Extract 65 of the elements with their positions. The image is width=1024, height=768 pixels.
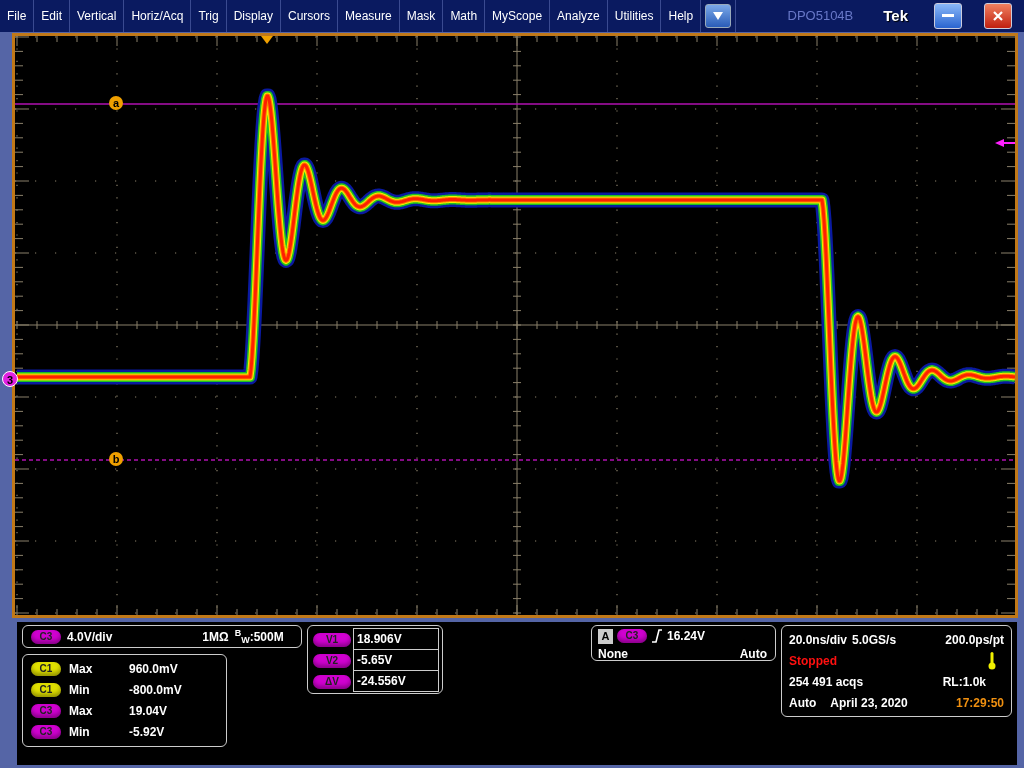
menu-dropdown-button[interactable] <box>705 4 732 28</box>
timebase-readout: 20.0ns/div <box>789 631 848 649</box>
acquisition-count: 254 491 acqs <box>789 673 864 691</box>
resolution-readout: 200.0ps/pt <box>945 631 1004 649</box>
menu-item[interactable]: Vertical <box>70 0 125 32</box>
measurement-value: -5.92V <box>129 723 165 741</box>
menu-item[interactable]: Help <box>661 0 702 32</box>
acquisition-mode: Auto <box>789 694 817 712</box>
close-button[interactable] <box>984 3 1012 29</box>
measurement-stat: Max <box>69 702 94 720</box>
menu-item[interactable]: Analyze <box>550 0 608 32</box>
measurement-stat: Min <box>69 681 91 699</box>
menu-item[interactable]: Mask <box>399 0 444 32</box>
trigger-coupling: None <box>598 646 628 663</box>
channel-marker[interactable]: 3 <box>2 371 18 387</box>
channel-badge: C3 <box>31 703 61 718</box>
menu-item[interactable]: Cursors <box>281 0 338 32</box>
rising-edge-icon <box>651 629 663 643</box>
menu-item[interactable]: Math <box>443 0 486 32</box>
menu-item[interactable]: Display <box>226 0 281 32</box>
cursor-line[interactable] <box>15 459 1015 461</box>
menu-item[interactable]: Measure <box>338 0 400 32</box>
menu-item[interactable]: Utilities <box>607 0 662 32</box>
measurement-stat: Max <box>69 660 94 678</box>
time-label: 17:29:50 <box>955 694 1004 712</box>
channel-badge: C3 <box>31 629 61 644</box>
model-label: DPO5104B <box>787 7 854 26</box>
trigger-event: A <box>598 628 613 644</box>
acquisition-state: Stopped <box>789 652 837 670</box>
sample-rate: 5.0GS/s <box>852 631 897 649</box>
minimize-icon <box>942 14 954 18</box>
trigger-mode: Auto <box>739 646 767 663</box>
channel-badge: C3 <box>31 724 61 739</box>
cursor-badge: ΔV <box>313 675 351 689</box>
cursor-label: b <box>109 452 123 466</box>
cursor-badge: V2 <box>313 654 351 668</box>
measurement-value: 19.04V <box>129 702 168 720</box>
caret-icon <box>713 12 724 20</box>
menu-item[interactable]: File <box>0 0 35 32</box>
menu-item[interactable]: Horiz/Acq <box>124 0 192 32</box>
menu-item[interactable]: Trig <box>191 0 227 32</box>
menu-item[interactable]: MyScope <box>485 0 551 32</box>
thermometer-icon <box>988 651 996 670</box>
channel-scale: 4.0V/div <box>67 628 113 646</box>
trigger-position-marker[interactable] <box>261 36 273 44</box>
measurement-value: 960.0mV <box>129 660 178 678</box>
cursor-label: a <box>109 96 123 110</box>
trigger-level: 16.24V <box>667 628 706 645</box>
cursor-value: -24.556V <box>353 670 439 692</box>
date-label: April 23, 2020 <box>830 694 908 712</box>
record-length: RL:1.0k <box>942 673 986 691</box>
cursor-value: -5.65V <box>353 649 439 671</box>
cursor-badge: V1 <box>313 633 351 647</box>
channel-impedance: 1MΩ <box>202 628 229 646</box>
menu-item[interactable]: Edit <box>34 0 71 32</box>
cursor-value: 18.906V <box>353 628 439 650</box>
channel-badge: C3 <box>617 629 647 643</box>
minimize-button[interactable] <box>934 3 962 29</box>
trigger-level-marker[interactable] <box>995 139 1015 147</box>
channel-badge: C1 <box>31 682 61 697</box>
channel-badge: C1 <box>31 661 61 676</box>
close-icon <box>993 11 1003 21</box>
brand-label: Tek <box>883 5 908 26</box>
measurement-value: -800.0mV <box>129 681 182 699</box>
measurement-stat: Min <box>69 723 91 741</box>
